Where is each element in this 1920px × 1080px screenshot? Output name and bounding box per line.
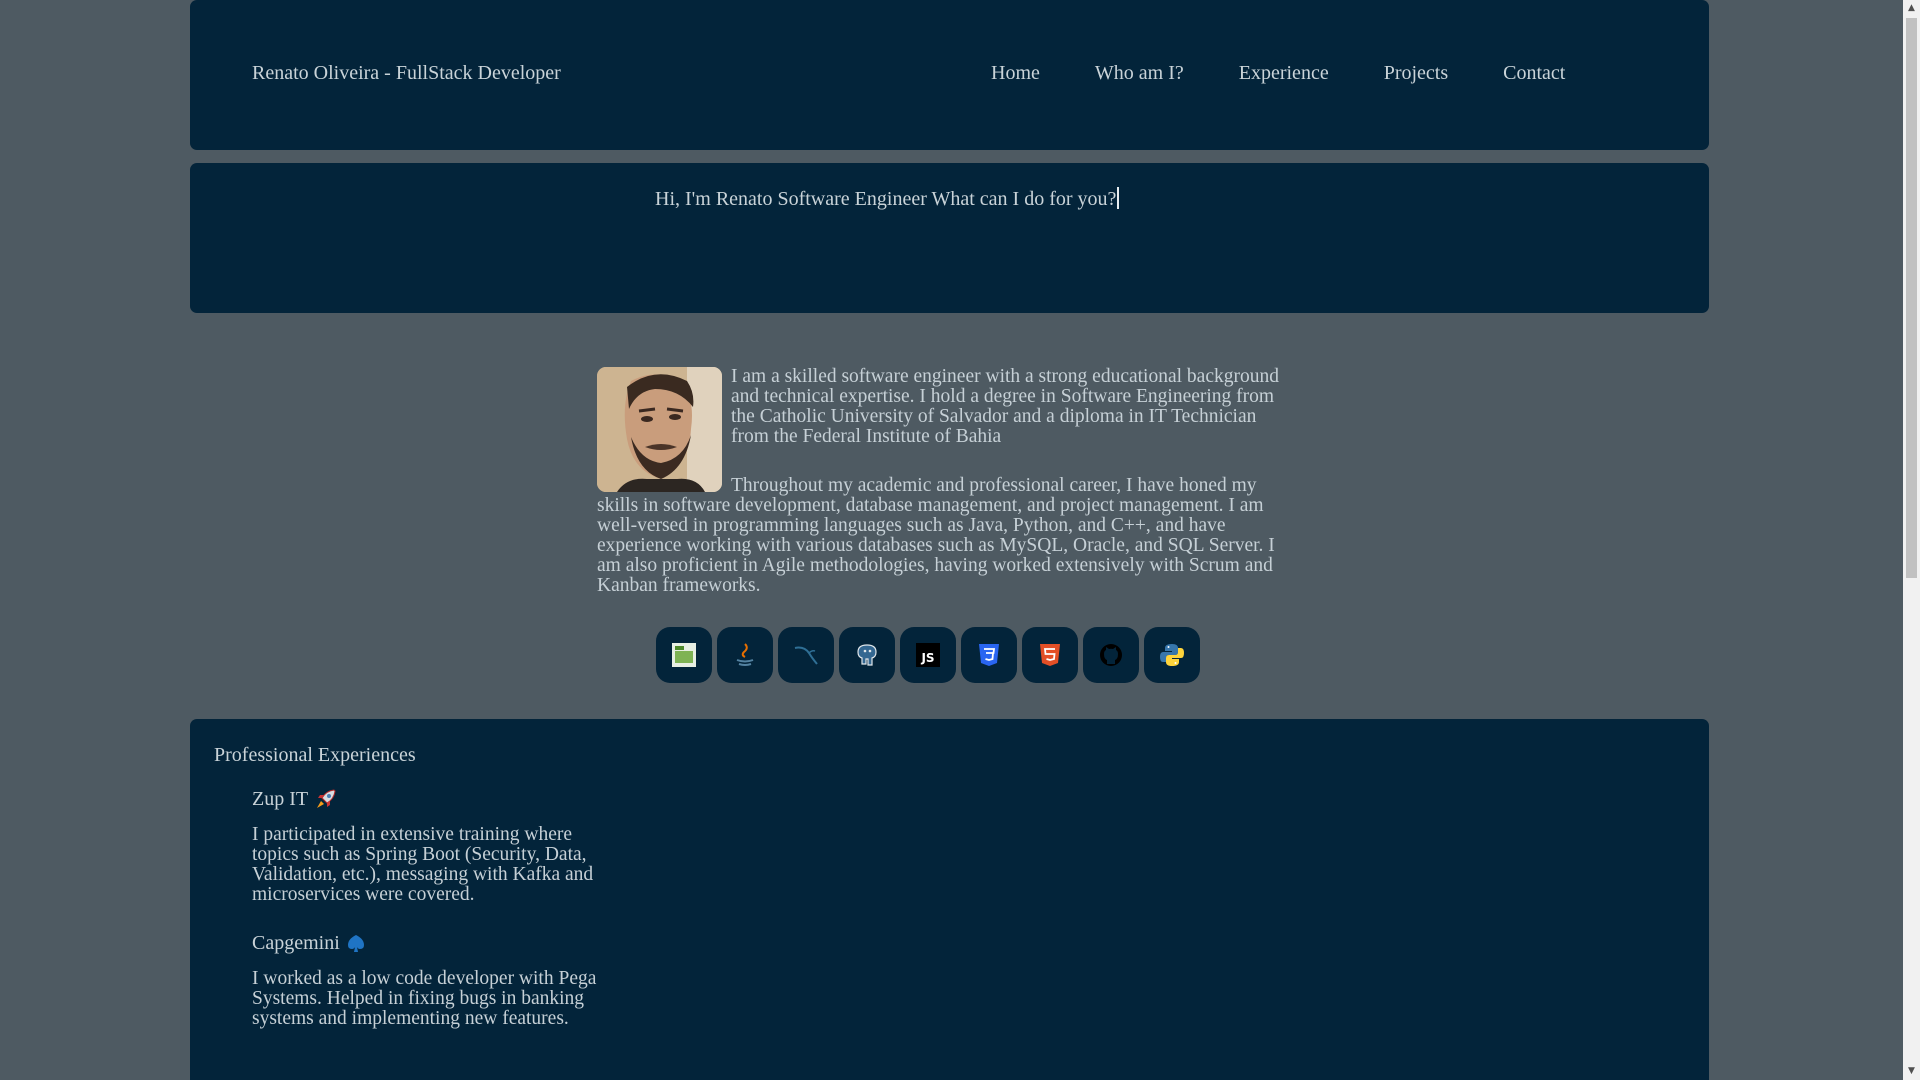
typed-text: Hi, I'm Renato Software Engineer What ca… (655, 188, 1117, 210)
spring-skill-button[interactable] (656, 627, 712, 683)
skills-bar: JS (656, 627, 1200, 683)
job-company-name: Capgemini (252, 932, 340, 954)
rocket-icon (317, 789, 336, 808)
job-company: Zup IT (252, 787, 612, 811)
mysql-icon (794, 646, 818, 665)
experience-title: Professional Experiences (214, 744, 416, 766)
github-icon (1100, 644, 1122, 666)
nav-home-link[interactable]: Home (991, 62, 1040, 85)
javascript-icon: JS (916, 643, 940, 667)
css3-icon (979, 644, 999, 666)
spring-icon (672, 643, 696, 667)
brand-title: Renato Oliveira - FullStack Developer (252, 62, 561, 84)
svg-text:JS: JS (920, 651, 934, 665)
javascript-skill-button[interactable]: JS (900, 627, 956, 683)
scroll-up-arrow-icon[interactable]: ▲ (1903, 0, 1920, 17)
html5-skill-button[interactable] (1022, 627, 1078, 683)
header: Renato Oliveira - FullStack Developer Ho… (190, 0, 1709, 150)
hero-banner: Hi, I'm Renato Software Engineer What ca… (190, 163, 1709, 313)
job-zup-it: Zup IT I participated in extensive train… (252, 787, 612, 905)
job-company: Capgemini (252, 932, 612, 955)
scroll-down-arrow-icon[interactable]: ▼ (1903, 1063, 1920, 1080)
nav-who-am-i-link[interactable]: Who am I? (1095, 62, 1184, 85)
postgresql-icon (857, 644, 877, 666)
portfolio-page: Renato Oliveira - FullStack Developer Ho… (0, 0, 1920, 1080)
html5-icon (1040, 644, 1060, 666)
java-icon (736, 643, 754, 666)
scroll-thumb[interactable] (1906, 18, 1917, 578)
job-description: I participated in extensive training whe… (252, 824, 594, 905)
postgresql-skill-button[interactable] (839, 627, 895, 683)
about-paragraph-2: Throughout my academic and professional … (597, 475, 1275, 596)
nav-contact-link[interactable]: Contact (1503, 62, 1565, 85)
nav-projects-link[interactable]: Projects (1384, 62, 1448, 85)
profile-photo (597, 367, 722, 492)
job-description: I worked as a low code developer with Pe… (252, 968, 597, 1029)
github-skill-button[interactable] (1083, 627, 1139, 683)
spade-icon (347, 934, 364, 952)
python-icon (1160, 644, 1184, 666)
profile-photo-drawing (597, 367, 722, 492)
typed-intro: Hi, I'm Renato Software Engineer What ca… (655, 187, 1120, 211)
experience-section: Professional Experiences Zup IT I partic… (190, 719, 1709, 1080)
page-scrollbar[interactable]: ▲ ▼ (1903, 0, 1920, 1080)
java-skill-button[interactable] (717, 627, 773, 683)
python-skill-button[interactable] (1144, 627, 1200, 683)
nav-experience-link[interactable]: Experience (1239, 62, 1329, 85)
main-nav: Home Who am I? Experience Projects Conta… (991, 62, 1620, 85)
job-capgemini: Capgemini I worked as a low code develop… (252, 932, 612, 1029)
css3-skill-button[interactable] (961, 627, 1017, 683)
job-company-name: Zup IT (252, 787, 309, 810)
mysql-skill-button[interactable] (778, 627, 834, 683)
about-section: I am a skilled software engineer with a … (597, 367, 1297, 596)
typing-caret (1117, 187, 1120, 209)
